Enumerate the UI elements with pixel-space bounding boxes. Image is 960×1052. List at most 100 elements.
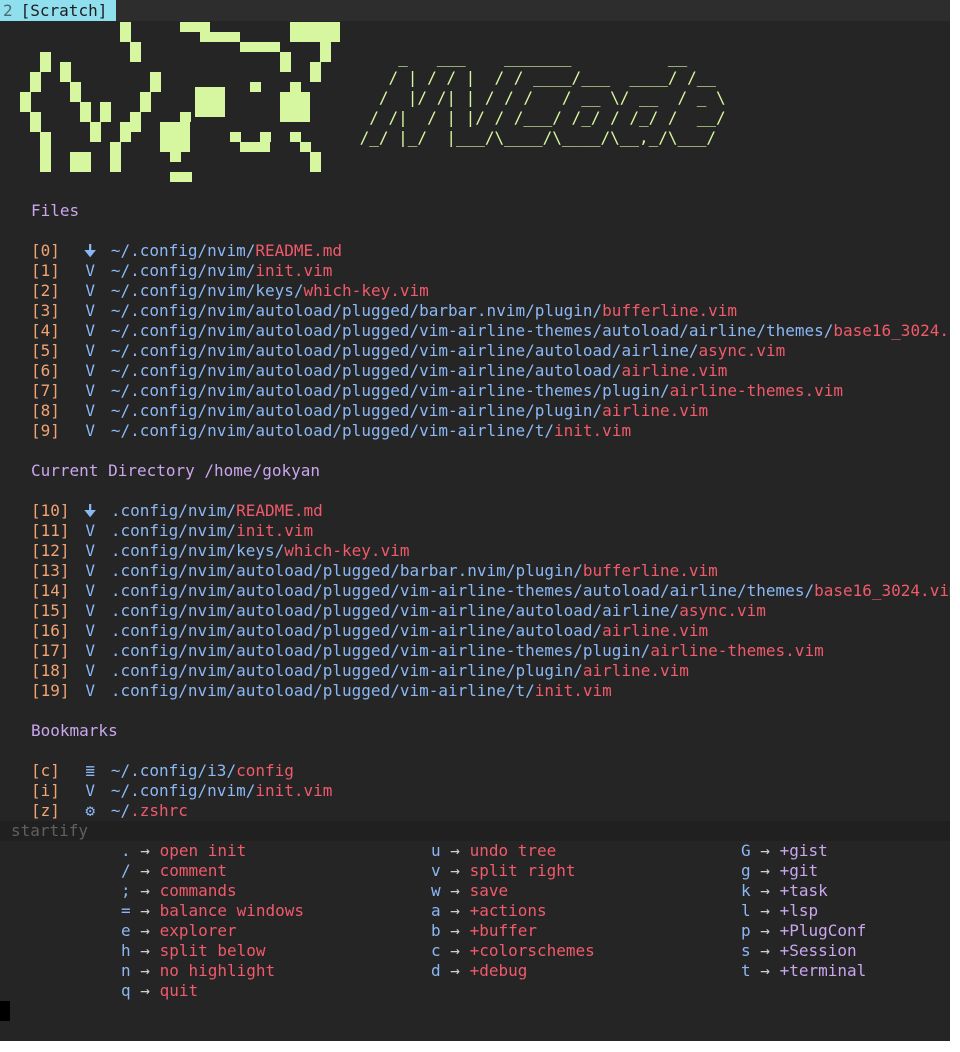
which-key-desc: +task (779, 881, 828, 900)
arrow-icon: → (760, 941, 770, 960)
path-separator: / (120, 321, 131, 340)
list-item[interactable]: [18] V .config/nvim/autoload/plugged/vim… (31, 661, 689, 681)
which-key-item[interactable]: g → +git (741, 861, 818, 881)
which-key-item[interactable]: = → balance windows (121, 901, 304, 921)
list-item[interactable]: [0] 🠋 ~/.config/nvim/README.md (31, 241, 342, 261)
path-segment: .config (130, 401, 198, 420)
which-key-item[interactable]: l → +lsp (741, 901, 818, 921)
which-key-item[interactable]: q → quit (121, 981, 198, 1001)
path-separator: / (573, 581, 583, 600)
path-segment: nvim (187, 561, 227, 580)
which-key-item[interactable]: . → open init (121, 841, 246, 861)
list-item[interactable]: [15] V .config/nvim/autoload/plugged/vim… (31, 601, 766, 621)
which-key-item[interactable]: / → comment (121, 861, 227, 881)
list-item[interactable]: [13] V .config/nvim/autoload/plugged/bar… (31, 561, 718, 581)
which-key-item[interactable]: n → no highlight (121, 961, 275, 981)
path-separator: / (592, 321, 603, 340)
list-item[interactable]: [8] V ~/.config/nvim/autoload/plugged/vi… (31, 401, 708, 421)
list-item[interactable]: [14] V .config/nvim/autoload/plugged/vim… (31, 581, 950, 601)
which-key-item[interactable]: ; → commands (121, 881, 237, 901)
which-key-item[interactable]: a → +actions (431, 901, 547, 921)
list-item[interactable]: [2] V ~/.config/nvim/keys/which-key.vim (31, 281, 429, 301)
path-segment: ~ (110, 781, 121, 800)
path-separator: / (409, 301, 420, 320)
which-key-desc: save (469, 881, 509, 900)
path-separator: / (120, 341, 131, 360)
list-item[interactable]: [5] V ~/.config/nvim/autoload/plugged/vi… (31, 341, 785, 361)
which-key-item[interactable]: u → undo tree (431, 841, 556, 861)
path-segment: plugged (342, 381, 410, 400)
path-separator: / (197, 781, 208, 800)
vim-icon: V (85, 641, 95, 660)
list-item[interactable]: [16] V .config/nvim/autoload/plugged/vim… (31, 621, 708, 641)
path-separator: / (573, 641, 583, 660)
path-separator: / (573, 661, 583, 680)
which-key-item[interactable]: t → +terminal (741, 961, 866, 981)
arrow-icon: → (140, 861, 150, 880)
which-key-item[interactable]: v → split right (431, 861, 576, 881)
which-key-item[interactable]: G → +gist (741, 841, 828, 861)
list-item[interactable]: [1] V ~/.config/nvim/init.vim (31, 261, 332, 281)
which-key-key: w (431, 881, 441, 900)
item-index: [15] (31, 601, 70, 620)
which-key-desc: +terminal (779, 961, 867, 980)
path-separator: / (120, 781, 131, 800)
file-name: bufferline.vim (582, 561, 718, 580)
path-segment: .config (130, 261, 198, 280)
path-separator: / (332, 401, 343, 420)
list-item[interactable]: [9] V ~/.config/nvim/autoload/plugged/vi… (31, 421, 631, 441)
path-separator: / (525, 341, 535, 360)
which-key-item[interactable]: e → explorer (121, 921, 237, 941)
path-separator: / (390, 621, 400, 640)
list-item[interactable]: [7] V ~/.config/nvim/autoload/plugged/vi… (31, 381, 843, 401)
path-segment: autoload (582, 581, 660, 600)
path-separator: / (226, 601, 237, 620)
vim-icon: V (85, 601, 95, 620)
path-separator: / (823, 321, 834, 340)
list-item[interactable]: [3] V ~/.config/nvim/autoload/plugged/ba… (31, 301, 737, 321)
list-item[interactable]: [19] V .config/nvim/autoload/plugged/vim… (31, 681, 612, 701)
path-separator: / (226, 681, 237, 700)
path-separator: / (505, 621, 516, 640)
list-item[interactable]: [6] V ~/.config/nvim/autoload/plugged/vi… (31, 361, 727, 381)
vim-icon: V (85, 521, 95, 540)
arrow-icon: → (140, 981, 150, 1000)
text-file-icon: ≣ (85, 761, 95, 780)
list-item[interactable]: [c] ≣ ~/.config/i3/config (31, 761, 294, 781)
path-segment: ~ (110, 381, 121, 400)
which-key-item[interactable]: k → +task (741, 881, 828, 901)
which-key-item[interactable]: h → split below (121, 941, 266, 961)
which-key-item[interactable]: c → +colorschemes (431, 941, 595, 961)
vim-icon: V (85, 621, 95, 640)
path-segment: .config (130, 361, 198, 380)
which-key-key: p (741, 921, 751, 940)
path-segment: nvim (187, 681, 227, 700)
path-separator: / (313, 581, 323, 600)
which-key-desc: +gist (779, 841, 828, 860)
which-key-item[interactable]: w → save (431, 881, 508, 901)
list-item[interactable]: [4] V ~/.config/nvim/autoload/plugged/vi… (31, 321, 950, 341)
path-segment: .config (130, 241, 198, 260)
path-separator: / (592, 401, 603, 420)
list-item[interactable]: [12] V .config/nvim/keys/which-key.vim (31, 541, 409, 561)
which-key-item[interactable]: b → +buffer (431, 921, 537, 941)
path-segment: .config (110, 561, 179, 580)
which-key-item[interactable]: s → +Session (741, 941, 857, 961)
arrow-icon: → (760, 841, 770, 860)
path-separator: / (245, 261, 256, 280)
path-segment: airline (602, 601, 670, 620)
path-separator: / (592, 381, 603, 400)
list-item[interactable]: [z] ⚙ ~/.zshrc (31, 801, 188, 821)
list-item[interactable]: [11] V .config/nvim/init.vim (31, 521, 313, 541)
list-item[interactable]: [10] 🠋 .config/nvim/README.md (31, 501, 323, 521)
which-key-item[interactable]: d → +debug (431, 961, 527, 981)
path-segment: vim-airline (399, 661, 506, 680)
item-index: [18] (31, 661, 70, 680)
list-item[interactable]: [i] V ~/.config/nvim/init.vim (31, 781, 332, 801)
path-separator: / (120, 241, 131, 260)
which-key-item[interactable]: p → +PlugConf (741, 921, 866, 941)
path-segment: vim-airline-themes (419, 381, 593, 400)
download-icon: 🠋 (83, 241, 97, 260)
arrow-icon: → (450, 921, 460, 940)
list-item[interactable]: [17] V .config/nvim/autoload/plugged/vim… (31, 641, 824, 661)
